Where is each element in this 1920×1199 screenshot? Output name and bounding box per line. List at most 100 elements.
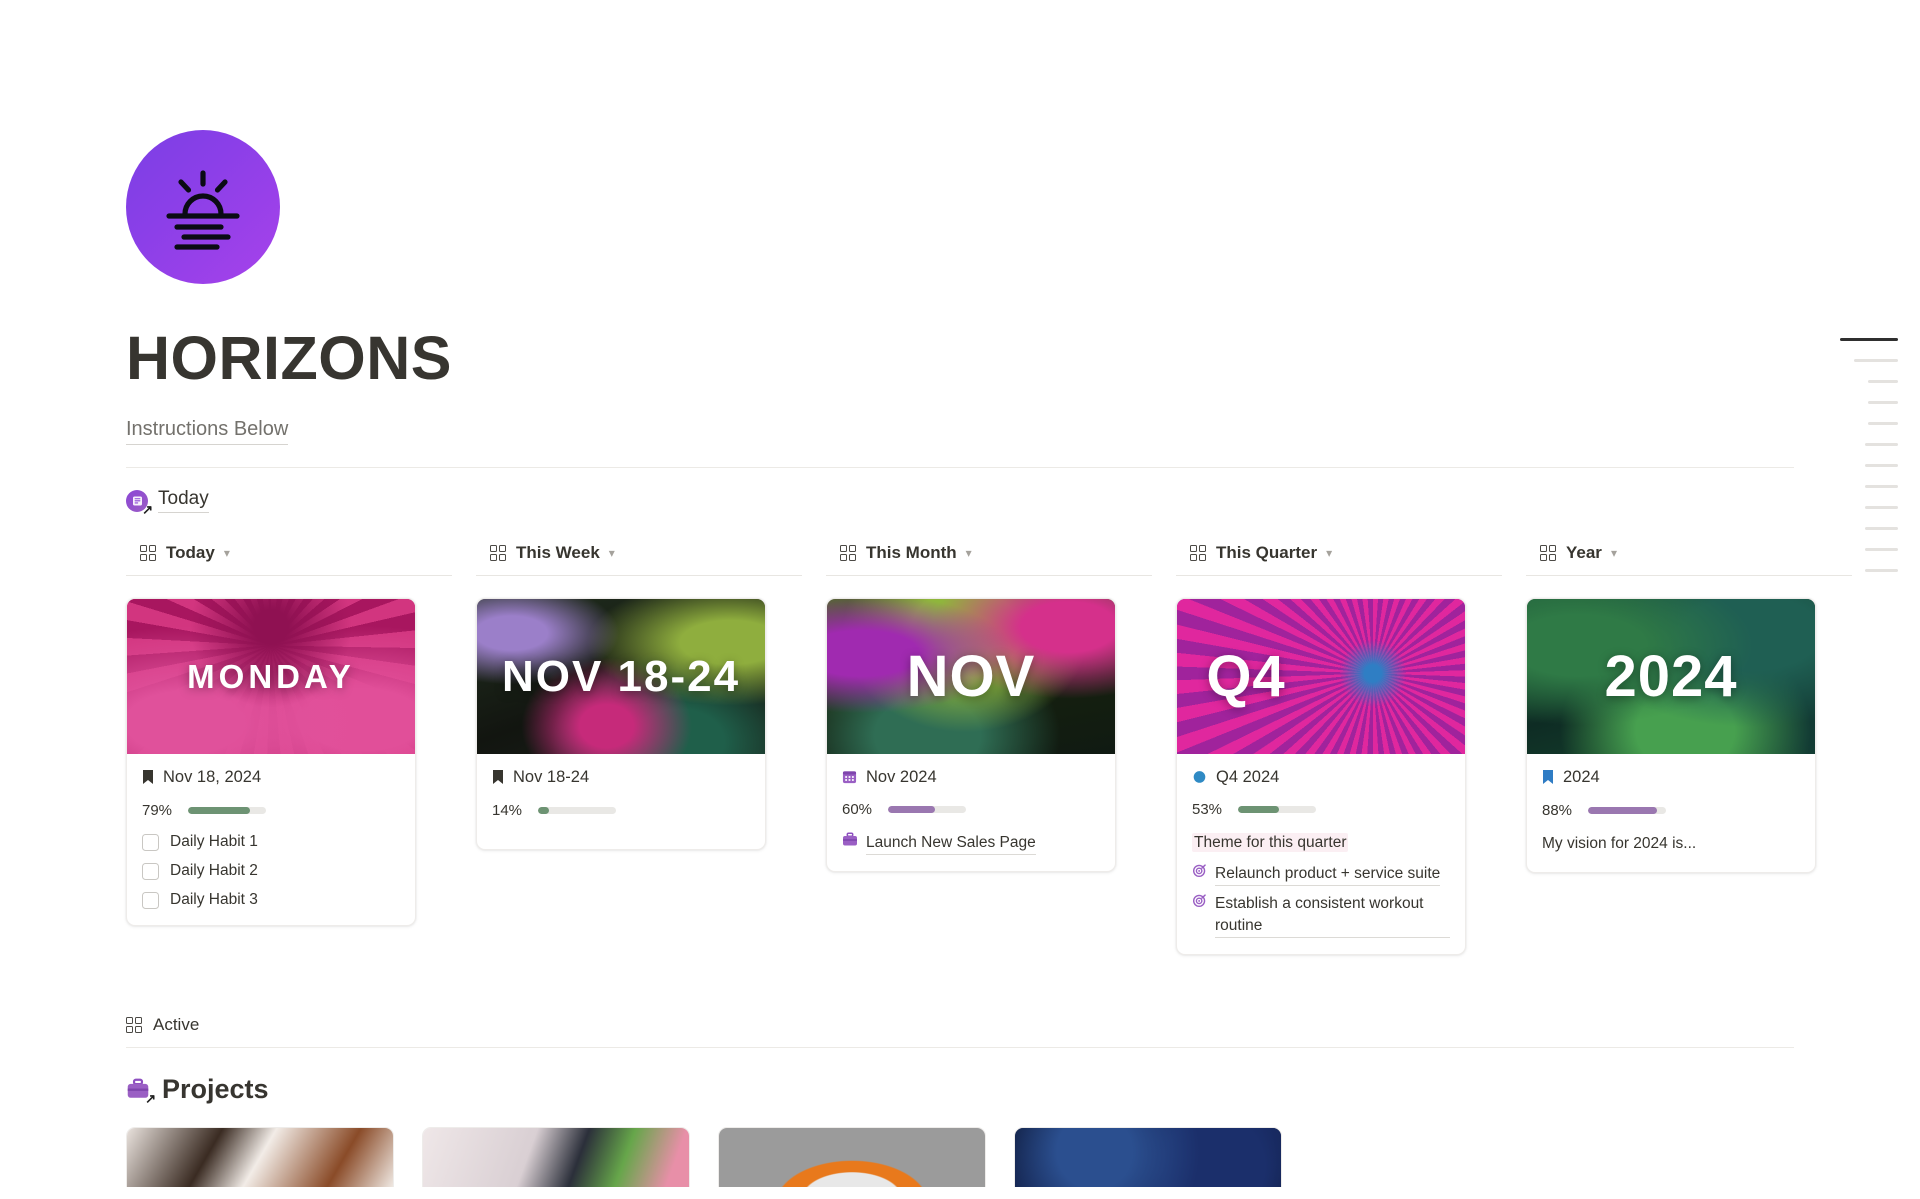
- project-card[interactable]: [718, 1126, 986, 1187]
- card-body: 2024 88% My vision for 2024 is...: [1527, 754, 1815, 871]
- card-today[interactable]: MONDAY Nov 18, 2024 79% Daily Habit 1 Da…: [126, 598, 416, 927]
- column-title: This Month: [866, 543, 957, 563]
- active-section-label: Active: [153, 1014, 200, 1034]
- related-link-row[interactable]: Relaunch product + service suite: [1192, 863, 1450, 886]
- bookmark-icon: [142, 769, 154, 790]
- progress-row: 88%: [1542, 802, 1800, 819]
- project-card[interactable]: [1014, 1126, 1282, 1187]
- target-icon: [1192, 893, 1207, 915]
- checklist-label: Daily Habit 1: [170, 833, 258, 851]
- today-link-label[interactable]: Today: [158, 488, 209, 514]
- card-title: 2024: [1563, 768, 1600, 787]
- column-title: Year: [1566, 543, 1602, 563]
- checklist-item[interactable]: Daily Habit 1: [142, 833, 400, 851]
- related-link-label[interactable]: Launch New Sales Page: [866, 832, 1036, 856]
- toc-tick[interactable]: [1868, 422, 1898, 425]
- toc-tick[interactable]: [1865, 548, 1898, 551]
- progress-bar: [888, 806, 966, 814]
- toc-tick[interactable]: [1854, 359, 1898, 362]
- related-link-label[interactable]: Establish a consistent workout routine: [1215, 893, 1450, 938]
- checkbox[interactable]: [142, 833, 159, 851]
- project-cover-image: [719, 1127, 985, 1187]
- card-title-row: Nov 18-24: [492, 768, 750, 790]
- progress-row: 60%: [842, 801, 1100, 818]
- checklist-item[interactable]: Daily Habit 3: [142, 891, 400, 909]
- project-cover-image: [423, 1127, 689, 1187]
- column-title: This Week: [516, 543, 600, 563]
- project-card[interactable]: [422, 1126, 690, 1187]
- card-note: My vision for 2024 is...: [1542, 835, 1697, 853]
- related-link-row[interactable]: Establish a consistent workout routine: [1192, 893, 1450, 938]
- toc-tick[interactable]: [1868, 380, 1898, 383]
- projects-heading-row[interactable]: ↗ Projects: [126, 1074, 1920, 1105]
- column-title: Today: [166, 543, 215, 563]
- toc-tick[interactable]: [1865, 506, 1898, 509]
- header-divider: [126, 467, 1794, 469]
- column-divider: [476, 575, 802, 577]
- related-link-label[interactable]: Relaunch product + service suite: [1215, 863, 1441, 886]
- checklist-label: Daily Habit 2: [170, 862, 258, 880]
- table-of-contents-rail[interactable]: [1840, 338, 1902, 590]
- column-divider: [826, 575, 1152, 577]
- card-title: Nov 18-24: [513, 768, 590, 787]
- toc-tick[interactable]: [1865, 569, 1898, 572]
- card-this-quarter[interactable]: Q4 Q4 2024 53% Theme for this quarter Re…: [1176, 598, 1466, 955]
- chevron-down-icon[interactable]: ▾: [609, 547, 615, 559]
- column-header-this-quarter[interactable]: This Quarter ▾: [1176, 543, 1526, 575]
- chevron-down-icon[interactable]: ▾: [224, 547, 230, 559]
- checkbox[interactable]: [142, 891, 159, 909]
- project-card[interactable]: [126, 1126, 394, 1187]
- card-year[interactable]: 2024 2024 88% My vision for 2024 is...: [1526, 598, 1816, 873]
- progress-percent: 79%: [142, 802, 173, 820]
- card-title-row: Nov 18, 2024: [142, 768, 400, 790]
- cover-label: MONDAY: [187, 657, 355, 695]
- page-header: HORIZONS Instructions Below: [0, 0, 1920, 446]
- active-section-divider: [126, 1046, 1794, 1048]
- card-note: Theme for this quarter: [1192, 832, 1450, 854]
- card-cover-image: MONDAY: [127, 599, 415, 755]
- progress-bar: [538, 807, 616, 815]
- checklist-label: Daily Habit 3: [170, 891, 258, 909]
- gallery-grid-icon: [126, 1016, 143, 1033]
- toc-tick[interactable]: [1865, 443, 1898, 446]
- progress-percent: 14%: [492, 802, 523, 820]
- card-note-text: Theme for this quarter: [1192, 833, 1349, 853]
- card-body: Nov 2024 60% Launch New Sales Page: [827, 754, 1115, 871]
- progress-percent: 88%: [1542, 802, 1573, 820]
- card-this-week[interactable]: NOV 18-24 Nov 18-24 14%: [476, 598, 766, 851]
- instructions-link[interactable]: Instructions Below: [126, 418, 289, 446]
- checkbox[interactable]: [142, 862, 159, 880]
- chevron-down-icon[interactable]: ▾: [1326, 547, 1332, 559]
- toc-tick[interactable]: [1840, 338, 1898, 341]
- notion-page: HORIZONS Instructions Below ↗ Today Toda…: [0, 0, 1920, 1199]
- card-title: Nov 2024: [866, 768, 937, 787]
- board-column-this-week: This Week ▾ NOV 18-24 Nov 18-24 14%: [476, 543, 826, 954]
- card-cover-image: NOV 18-24: [477, 599, 765, 755]
- card-this-month[interactable]: NOV Nov 2024 60% Launch New Sales Page: [826, 598, 1116, 873]
- toc-tick[interactable]: [1865, 464, 1898, 467]
- column-header-year[interactable]: Year ▾: [1526, 543, 1876, 575]
- progress-bar: [1588, 807, 1666, 815]
- cover-label: Q4: [1206, 644, 1286, 710]
- column-header-this-month[interactable]: This Month ▾: [826, 543, 1176, 575]
- chevron-down-icon[interactable]: ▾: [966, 547, 972, 559]
- toc-tick[interactable]: [1865, 527, 1898, 530]
- column-divider: [1526, 575, 1852, 577]
- column-header-this-week[interactable]: This Week ▾: [476, 543, 826, 575]
- chevron-down-icon[interactable]: ▾: [1611, 547, 1617, 559]
- briefcase-icon: [842, 832, 858, 854]
- card-cover-image: Q4: [1177, 599, 1465, 755]
- column-header-today[interactable]: Today ▾: [126, 543, 476, 575]
- checklist-item[interactable]: Daily Habit 2: [142, 862, 400, 880]
- gallery-grid-icon: [840, 545, 857, 562]
- card-title-row: Nov 2024: [842, 768, 1100, 789]
- bookmark-icon: [492, 769, 504, 790]
- related-link-row[interactable]: Launch New Sales Page: [842, 832, 1100, 856]
- progress-bar: [1238, 806, 1316, 814]
- toc-tick[interactable]: [1868, 401, 1898, 404]
- toc-tick[interactable]: [1865, 485, 1898, 488]
- today-page-link-row[interactable]: ↗ Today: [126, 488, 1920, 516]
- card-title-row: Q4 2024: [1192, 768, 1450, 789]
- active-section-header[interactable]: Active: [126, 1015, 1920, 1035]
- progress-percent: 53%: [1192, 801, 1223, 819]
